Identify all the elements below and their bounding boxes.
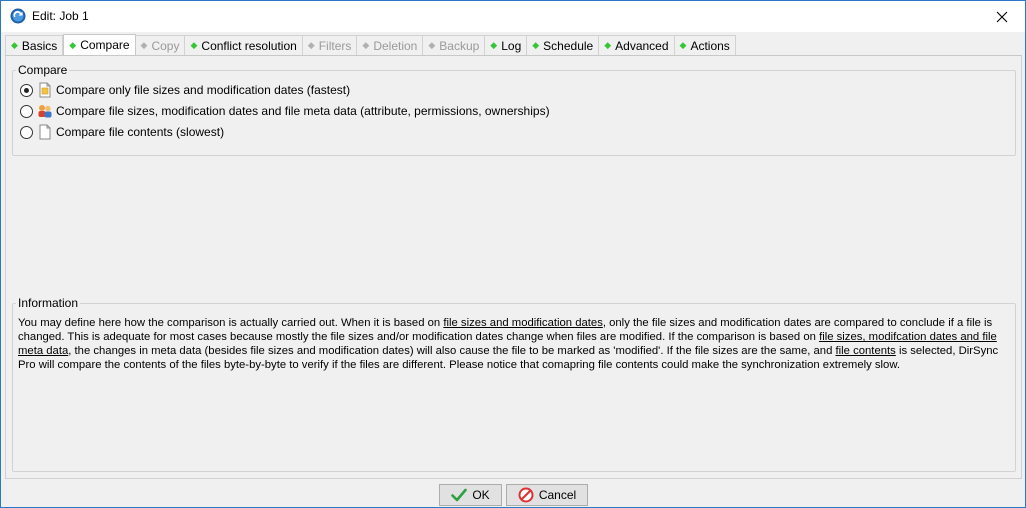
option-label: Compare file contents (slowest): [56, 125, 225, 139]
tab-advanced[interactable]: ◆ Advanced: [599, 35, 675, 55]
status-dot-icon: ◆: [362, 40, 370, 50]
tab-actions[interactable]: ◆ Actions: [674, 35, 736, 55]
tab-label: Schedule: [543, 38, 594, 53]
status-dot-icon: ◆: [140, 40, 148, 50]
status-dot-icon: ◆: [69, 39, 77, 50]
tab-backup[interactable]: ◆ Backup: [423, 35, 486, 55]
info-text-part: You may define here how the comparison i…: [18, 317, 444, 329]
tab-label: Log: [501, 38, 522, 53]
tab-log[interactable]: ◆ Log: [485, 35, 528, 55]
tab-basics[interactable]: ◆ Basics: [5, 35, 64, 55]
tab-conflict-resolution[interactable]: ◆ Conflict resolution: [185, 35, 303, 55]
status-dot-icon: ◆: [428, 40, 436, 50]
option-file-contents[interactable]: Compare file contents (slowest): [20, 123, 224, 141]
status-dot-icon: ◆: [490, 40, 498, 50]
radio-sizes-dates-meta[interactable]: [20, 104, 33, 118]
ok-button-label: OK: [472, 488, 490, 502]
title-bar: Edit: Job 1: [1, 1, 1025, 32]
status-dot-icon: ◆: [679, 40, 687, 50]
status-dot-icon: ◆: [604, 40, 612, 50]
tab-label: Conflict resolution: [201, 38, 297, 53]
dialog-window: Edit: Job 1 ◆ Basics ◆ Compare ◆ Copy ◆ Conf…: [0, 0, 1026, 508]
tab-schedule[interactable]: ◆ Schedule: [527, 35, 600, 55]
cancel-button[interactable]: Cancel: [506, 484, 588, 506]
tab-label: Deletion: [373, 38, 418, 53]
information-group-title: Information: [16, 296, 81, 310]
app-icon: [10, 8, 26, 24]
tab-label: Filters: [318, 38, 352, 53]
info-link-sizes-dates: file sizes and modification dates: [443, 317, 603, 329]
checkmark-icon: [451, 488, 468, 502]
info-link-file-contents: file contents: [835, 345, 896, 357]
tab-copy[interactable]: ◆ Copy: [135, 35, 186, 55]
cancel-icon: [518, 487, 534, 503]
tab-label: Advanced: [615, 38, 669, 53]
tab-strip: ◆ Basics ◆ Compare ◆ Copy ◆ Conflict resolut…: [5, 34, 736, 55]
radio-file-contents[interactable]: [20, 125, 33, 139]
option-sizes-dates[interactable]: Compare only file sizes and modification…: [20, 81, 350, 99]
info-text-part: , the changes in meta data (besides file…: [68, 345, 836, 357]
tab-deletion[interactable]: ◆ Deletion: [357, 35, 424, 55]
close-icon: [996, 11, 1008, 22]
option-sizes-dates-meta[interactable]: Compare file sizes, modification dates a…: [20, 102, 550, 120]
file-dates-icon: [39, 82, 51, 98]
compare-group-title: Compare: [16, 63, 70, 77]
close-button[interactable]: [979, 1, 1025, 32]
tab-label: Copy: [151, 38, 180, 53]
status-dot-icon: ◆: [11, 40, 18, 50]
compare-group: Compare Compare only file sizes and modi…: [12, 63, 1016, 156]
users-meta-icon: [38, 105, 52, 118]
tab-label: Backup: [439, 38, 480, 53]
window-title: Edit: Job 1: [32, 9, 89, 23]
tab-label: Compare: [80, 38, 130, 52]
radio-sizes-dates[interactable]: [20, 83, 33, 97]
tab-label: Basics: [21, 38, 58, 53]
option-label: Compare only file sizes and modification…: [56, 83, 351, 97]
document-icon: [39, 124, 51, 140]
information-text: You may define here how the comparison i…: [18, 316, 1008, 372]
status-dot-icon: ◆: [307, 40, 315, 50]
status-dot-icon: ◆: [532, 40, 540, 50]
tab-filters[interactable]: ◆ Filters: [302, 35, 358, 55]
tab-label: Actions: [690, 38, 730, 53]
cancel-button-label: Cancel: [538, 488, 577, 502]
tab-compare[interactable]: ◆ Compare: [63, 34, 136, 55]
compare-tab-panel: Compare Compare only file sizes and modi…: [5, 55, 1022, 479]
status-dot-icon: ◆: [190, 40, 198, 50]
option-label: Compare file sizes, modification dates a…: [56, 104, 550, 118]
ok-button[interactable]: OK: [439, 484, 502, 506]
information-group: Information You may define here how the …: [12, 296, 1016, 472]
